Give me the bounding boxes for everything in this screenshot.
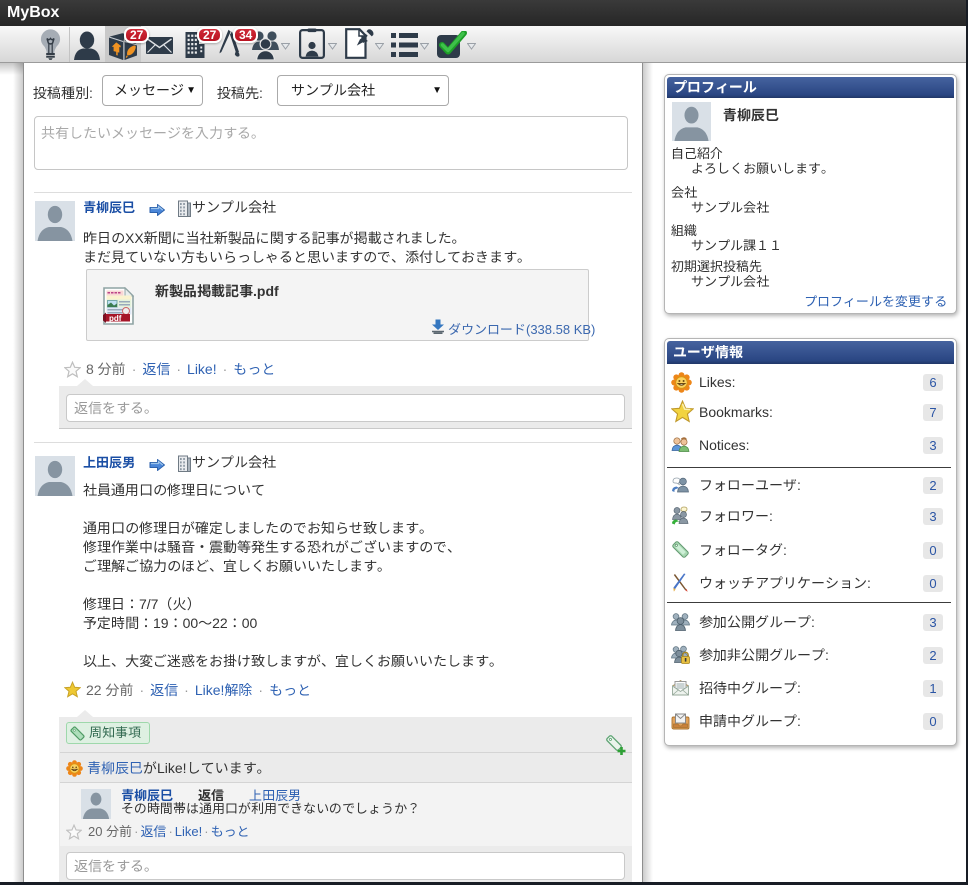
svg-text:pdf: pdf [109,314,122,323]
